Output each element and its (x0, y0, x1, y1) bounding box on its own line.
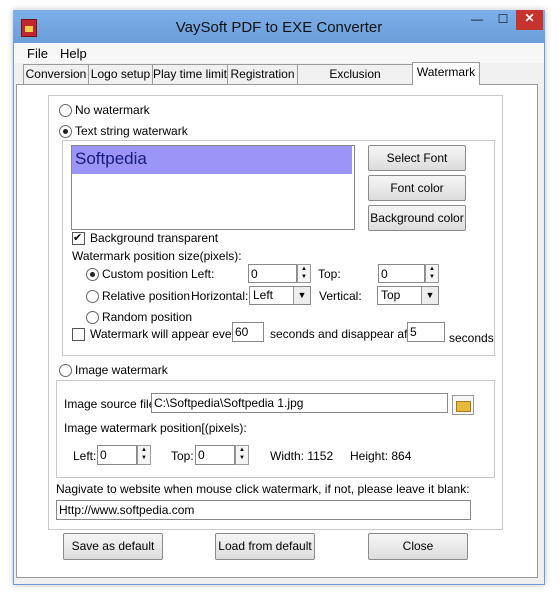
watermark-text-preview[interactable]: Softpedia (71, 145, 355, 230)
left-input[interactable]: 0 (248, 264, 297, 283)
image-left-label: Left: (73, 449, 97, 463)
image-width-text: Width: 1152 (270, 449, 334, 463)
tab-registration[interactable]: Registration (227, 64, 298, 84)
navigate-url-input[interactable]: Http://www.softpedia.com (56, 500, 471, 520)
vertical-label: Vertical: (319, 289, 362, 303)
tab-conversion[interactable]: Conversion (23, 64, 89, 84)
navigate-label: Nagivate to website when mouse click wat… (56, 482, 470, 496)
custom-position-radio[interactable] (86, 268, 99, 281)
image-top-label: Top: (171, 449, 194, 463)
appear-label: Watermark will appear every (90, 327, 242, 341)
top-input[interactable]: 0 (378, 264, 425, 283)
horizontal-label: Horizontal: (191, 289, 249, 303)
image-height-text: Height: 864 (350, 449, 412, 463)
chevron-down-icon: ▼ (421, 287, 438, 304)
random-position-radio[interactable] (86, 311, 99, 324)
disappear-label: seconds and disappear after (270, 327, 422, 341)
disappear-seconds-input[interactable]: 5 (407, 322, 445, 342)
tab-watermark[interactable]: Watermark (412, 62, 480, 85)
image-source-label: Image source file: (64, 397, 159, 411)
text-watermark-label: Text string waterwark (75, 124, 188, 138)
appear-interval-checkbox[interactable] (72, 328, 85, 341)
image-position-label: Image watermark position[(pixels): (64, 421, 247, 435)
load-from-default-button[interactable]: Load from default (215, 533, 315, 560)
top-label: Top: (318, 267, 341, 281)
preview-text: Softpedia (75, 149, 147, 168)
menu-help[interactable]: Help (60, 46, 87, 61)
seconds-label: seconds (449, 331, 494, 345)
relative-position-radio[interactable] (86, 290, 99, 303)
folder-open-icon[interactable] (452, 395, 474, 415)
close-window-button[interactable]: ✕ (516, 10, 543, 30)
no-watermark-radio[interactable] (59, 104, 72, 117)
font-color-button[interactable]: Font color (368, 175, 466, 201)
no-watermark-label: No watermark (75, 103, 150, 117)
close-button[interactable]: Close (368, 533, 468, 560)
tab-exclusion-applications[interactable]: Exclusion applications (297, 64, 413, 100)
maximize-button[interactable]: ☐ (490, 11, 516, 29)
menu-file[interactable]: File (27, 46, 48, 61)
text-watermark-radio[interactable] (59, 125, 72, 138)
image-left-input[interactable]: 0 (97, 445, 137, 465)
relative-position-label: Relative position (102, 289, 191, 303)
chevron-down-icon: ▼ (293, 287, 310, 304)
vertical-value: Top (381, 288, 401, 302)
tab-logo-setup[interactable]: Logo setup (88, 64, 153, 84)
custom-position-label: Custom position (102, 267, 189, 281)
image-watermark-radio[interactable] (59, 364, 72, 377)
menu-bar: File Help (14, 43, 544, 63)
background-color-button[interactable]: Background color (368, 205, 466, 231)
image-source-input[interactable]: C:\Softpedia\Softpedia 1.jpg (151, 393, 448, 413)
left-label: Left: (191, 267, 215, 281)
horizontal-select[interactable]: Left ▼ (249, 286, 311, 305)
image-left-spinner[interactable]: ▲ ▼ (137, 445, 151, 465)
image-top-input[interactable]: 0 (195, 445, 235, 465)
background-transparent-checkbox[interactable] (72, 231, 85, 245)
position-size-label: Watermark position size(pixels): (72, 249, 242, 263)
background-transparent-label: Background transparent (90, 231, 219, 245)
appear-seconds-input[interactable]: 60 (232, 322, 264, 342)
top-spinner[interactable]: ▲ ▼ (425, 264, 439, 283)
left-spinner[interactable]: ▲ ▼ (297, 264, 311, 283)
image-watermark-label: Image watermark (75, 363, 168, 377)
tab-play-time-limit[interactable]: Play time limit (152, 64, 228, 84)
vertical-select[interactable]: Top ▼ (377, 286, 439, 305)
random-position-label: Random position (102, 310, 193, 324)
save-as-default-button[interactable]: Save as default (63, 533, 163, 560)
select-font-button[interactable]: Select Font (368, 145, 466, 171)
horizontal-value: Left (253, 288, 274, 302)
image-top-spinner[interactable]: ▲ ▼ (235, 445, 249, 465)
minimize-button[interactable]: — (464, 11, 490, 29)
